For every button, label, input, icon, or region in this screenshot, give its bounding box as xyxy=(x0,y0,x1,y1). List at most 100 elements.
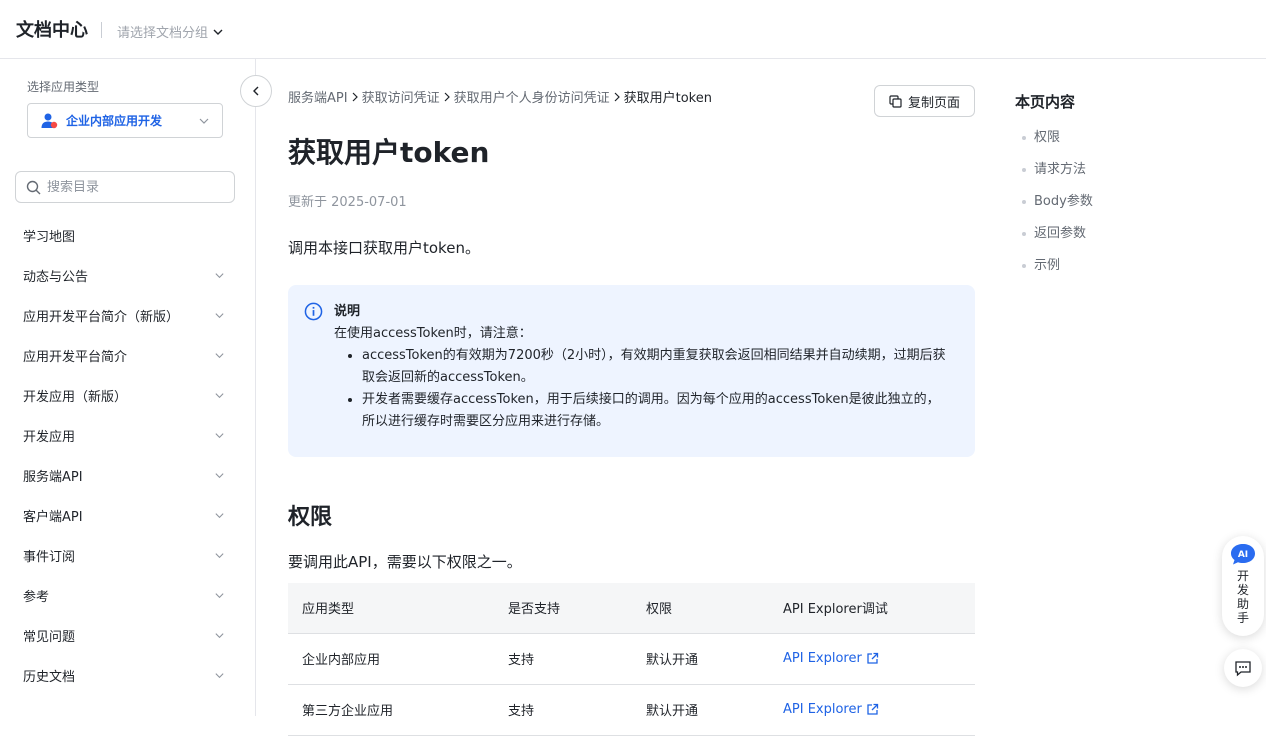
nav-item-label: 客户端API xyxy=(23,509,83,525)
nav-item[interactable]: 事件订阅 xyxy=(0,535,255,575)
chat-icon xyxy=(1235,661,1251,677)
doc-group-select[interactable]: 请选择文档分组 xyxy=(117,22,224,41)
chevron-down-icon[interactable] xyxy=(214,470,225,481)
nav-item-label: 开发应用（新版） xyxy=(23,389,128,405)
nav-item[interactable]: 常见问题 xyxy=(0,615,255,655)
info-icon xyxy=(304,302,323,321)
toc-item[interactable]: Body参数 xyxy=(1015,186,1235,218)
table-cell: 默认开通 xyxy=(632,684,769,736)
chevron-down-icon[interactable] xyxy=(214,430,225,441)
nav-item-label: 应用开发平台简介 xyxy=(23,349,128,365)
title-divider xyxy=(101,22,102,38)
breadcrumb-current: 获取用户token xyxy=(623,91,712,106)
copy-page-label: 复制页面 xyxy=(907,95,960,111)
nav-item-label: 常见问题 xyxy=(23,629,76,645)
table-cell: 支持 xyxy=(494,684,632,736)
copy-page-button[interactable]: 复制页面 xyxy=(874,85,975,117)
chevron-down-icon[interactable] xyxy=(214,550,225,561)
search-icon xyxy=(26,180,41,194)
api-explorer-link[interactable]: API Explorer xyxy=(783,651,879,666)
chevron-down-icon[interactable] xyxy=(214,670,225,681)
chevron-down-icon[interactable] xyxy=(214,390,225,401)
toc-item[interactable]: 请求方法 xyxy=(1015,154,1235,186)
table-header-cell: API Explorer调试 xyxy=(769,583,975,634)
nav-item[interactable]: 服务端API xyxy=(0,455,255,495)
page-toc: 本页内容 权限 请求方法 Body参数 返回参数 示例 xyxy=(1015,91,1235,282)
note-text: 在使用accessToken时，请注意： xyxy=(334,326,532,341)
chevron-right-icon xyxy=(352,92,358,101)
nav-item-label: 事件订阅 xyxy=(23,549,76,565)
table-header-cell: 应用类型 xyxy=(288,583,494,634)
breadcrumb: 服务端API 获取访问凭证 获取用户个人身份访问凭证 获取用户token xyxy=(288,87,712,106)
toc-item[interactable]: 权限 xyxy=(1015,122,1235,154)
page-title: 获取用户token xyxy=(288,136,490,169)
table-row: 企业内部应用 支持 默认开通 API Explorer xyxy=(288,633,975,685)
chevron-right-icon xyxy=(614,92,620,101)
nav-item[interactable]: 应用开发平台简介 xyxy=(0,335,255,375)
table-cell: 默认开通 xyxy=(632,633,769,685)
api-explorer-link-label: API Explorer xyxy=(783,702,862,717)
nav-item-label: 服务端API xyxy=(23,469,83,485)
table-cell: API Explorer xyxy=(769,633,975,685)
app-type-select[interactable]: 企业内部应用开发 xyxy=(27,103,223,138)
table-cell: 支持 xyxy=(494,633,632,685)
nav-item-label: 动态与公告 xyxy=(23,269,89,285)
toc-item[interactable]: 示例 xyxy=(1015,250,1235,282)
toc-title: 本页内容 xyxy=(1015,93,1076,111)
table-row: 第三方企业应用 支持 默认开通 API Explorer xyxy=(288,684,975,736)
catalog-nav: 学习地图 动态与公告 应用开发平台简介（新版） 应用开发平台简介 开发应用（新版… xyxy=(0,215,255,695)
catalog-search-input[interactable] xyxy=(47,179,217,195)
table-cell: API Explorer xyxy=(769,684,975,736)
api-explorer-link-label: API Explorer xyxy=(783,651,862,666)
breadcrumb-item[interactable]: 获取访问凭证 xyxy=(362,87,440,106)
nav-item[interactable]: 客户端API xyxy=(0,495,255,535)
table-header-cell: 是否支持 xyxy=(494,583,632,634)
breadcrumb-item[interactable]: 获取用户个人身份访问凭证 xyxy=(454,87,610,106)
note-bullet: 开发者需要缓存accessToken，用于后续接口的调用。因为每个应用的acce… xyxy=(362,389,949,433)
note-title: 说明 xyxy=(334,304,361,319)
copy-icon xyxy=(889,94,902,108)
site-title[interactable]: 文档中心 xyxy=(16,16,88,42)
intro-text: 调用本接口获取用户token。 xyxy=(288,239,480,257)
feedback-chat-button[interactable] xyxy=(1224,649,1262,687)
chevron-right-icon xyxy=(444,92,450,101)
table-cell: 第三方企业应用 xyxy=(288,684,494,736)
table-cell: 企业内部应用 xyxy=(288,633,494,685)
chevron-down-icon xyxy=(213,29,223,35)
svg-text:AI: AI xyxy=(1238,550,1248,560)
nav-item-label: 应用开发平台简介（新版） xyxy=(23,309,180,325)
chevron-down-icon[interactable] xyxy=(214,630,225,641)
nav-item-label: 开发应用 xyxy=(23,429,76,445)
toc-item[interactable]: 返回参数 xyxy=(1015,218,1235,250)
section-title-permission: 权限 xyxy=(288,505,333,530)
user-icon xyxy=(41,113,58,128)
external-link-icon xyxy=(867,652,878,664)
nav-item[interactable]: 应用开发平台简介（新版） xyxy=(0,295,255,335)
nav-item-label: 参考 xyxy=(23,589,50,605)
chevron-down-icon[interactable] xyxy=(214,270,225,281)
nav-item[interactable]: 开发应用 xyxy=(0,415,255,455)
dev-assistant-button[interactable]: AI 开发助手 xyxy=(1222,536,1264,636)
updated-date: 更新于 2025-07-01 xyxy=(288,195,407,210)
chevron-down-icon[interactable] xyxy=(214,510,225,521)
api-explorer-link[interactable]: API Explorer xyxy=(783,702,879,717)
note-box: 说明 在使用accessToken时，请注意： accessToken的有效期为… xyxy=(288,285,975,457)
catalog-search[interactable] xyxy=(15,171,235,203)
nav-item-label: 历史文档 xyxy=(23,669,76,685)
chevron-down-icon[interactable] xyxy=(214,350,225,361)
nav-item[interactable]: 开发应用（新版） xyxy=(0,375,255,415)
nav-item[interactable]: 历史文档 xyxy=(0,655,255,695)
table-header-row: 应用类型 是否支持 权限 API Explorer调试 xyxy=(288,583,975,634)
permission-table: 应用类型 是否支持 权限 API Explorer调试 企业内部应用 支持 默认… xyxy=(288,583,975,736)
nav-item-label: 学习地图 xyxy=(23,229,76,245)
nav-item[interactable]: 动态与公告 xyxy=(0,255,255,295)
nav-item[interactable]: 学习地图 xyxy=(0,215,255,255)
top-bar: 文档中心 请选择文档分组 xyxy=(0,0,1266,59)
sidebar: 选择应用类型 企业内部应用开发 学习地图 动态与公告 应用开发平台简介（新版） … xyxy=(0,59,256,716)
nav-item[interactable]: 参考 xyxy=(0,575,255,615)
chevron-down-icon[interactable] xyxy=(214,310,225,321)
breadcrumb-item[interactable]: 服务端API xyxy=(288,87,348,106)
ai-assistant-icon: AI xyxy=(1231,544,1255,565)
chevron-down-icon[interactable] xyxy=(214,590,225,601)
collapse-sidebar-button[interactable] xyxy=(240,75,272,107)
